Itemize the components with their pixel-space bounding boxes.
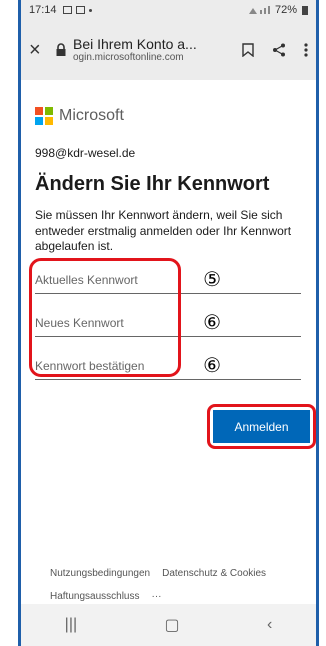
status-bar: 17:14 72% (21, 0, 316, 20)
lock-icon[interactable] (55, 43, 67, 57)
step-marker-5: ⑤ (203, 269, 221, 291)
account-email: 998@kdr-wesel.de (35, 146, 136, 160)
menu-icon[interactable] (304, 43, 308, 57)
battery-icon (302, 6, 308, 15)
disclaimer-link[interactable]: Haftungsausschluss (50, 591, 140, 602)
recent-apps-icon[interactable]: ||| (65, 616, 77, 634)
page-url: ogin.microsoftonline.com (73, 52, 184, 64)
share-icon[interactable] (272, 43, 286, 57)
more-options-link[interactable]: ··· (152, 591, 162, 602)
microsoft-logo-icon (35, 107, 53, 125)
terms-link[interactable]: Nutzungsbedingungen (50, 568, 150, 579)
home-icon[interactable]: ▢ (165, 615, 180, 635)
close-icon[interactable]: × (29, 39, 51, 62)
button-highlight-box (207, 404, 316, 449)
android-nav-bar: ||| ▢ ‹ (21, 604, 316, 646)
signal-icon (248, 6, 270, 14)
back-icon[interactable]: ‹ (267, 616, 272, 634)
fields-highlight-box (29, 258, 181, 377)
image-notification-icon (62, 6, 72, 14)
phone-frame: 17:14 72% × Bei Ihrem Konto a... ogin.mi… (18, 0, 319, 646)
address-bar[interactable]: Bei Ihrem Konto a... ogin.microsoftonlin… (73, 36, 213, 64)
brand-name: Microsoft (59, 107, 124, 124)
page-heading: Ändern Sie Ihr Kennwort (35, 173, 270, 195)
calendar-notification-icon (75, 6, 85, 14)
sign-in-panel: Microsoft 998@kdr-wesel.de Ändern Sie Ih… (21, 80, 316, 580)
bookmark-icon[interactable] (242, 43, 254, 57)
step-marker-6: ⑥ (203, 312, 221, 334)
status-time: 17:14 (29, 4, 57, 16)
browser-toolbar: × Bei Ihrem Konto a... ogin.microsoftonl… (21, 20, 316, 80)
privacy-link[interactable]: Datenschutz & Cookies (162, 568, 266, 579)
step-marker-6-confirm: ⑥ (203, 355, 221, 377)
more-notifications-icon (88, 8, 92, 12)
page-title: Bei Ihrem Konto a... (73, 36, 197, 53)
battery-level: 72% (274, 4, 297, 16)
instruction-text: Sie müssen Ihr Kennwort ändern, weil Sie… (35, 208, 292, 254)
notification-icons (62, 6, 92, 14)
microsoft-logo: Microsoft (35, 107, 124, 125)
